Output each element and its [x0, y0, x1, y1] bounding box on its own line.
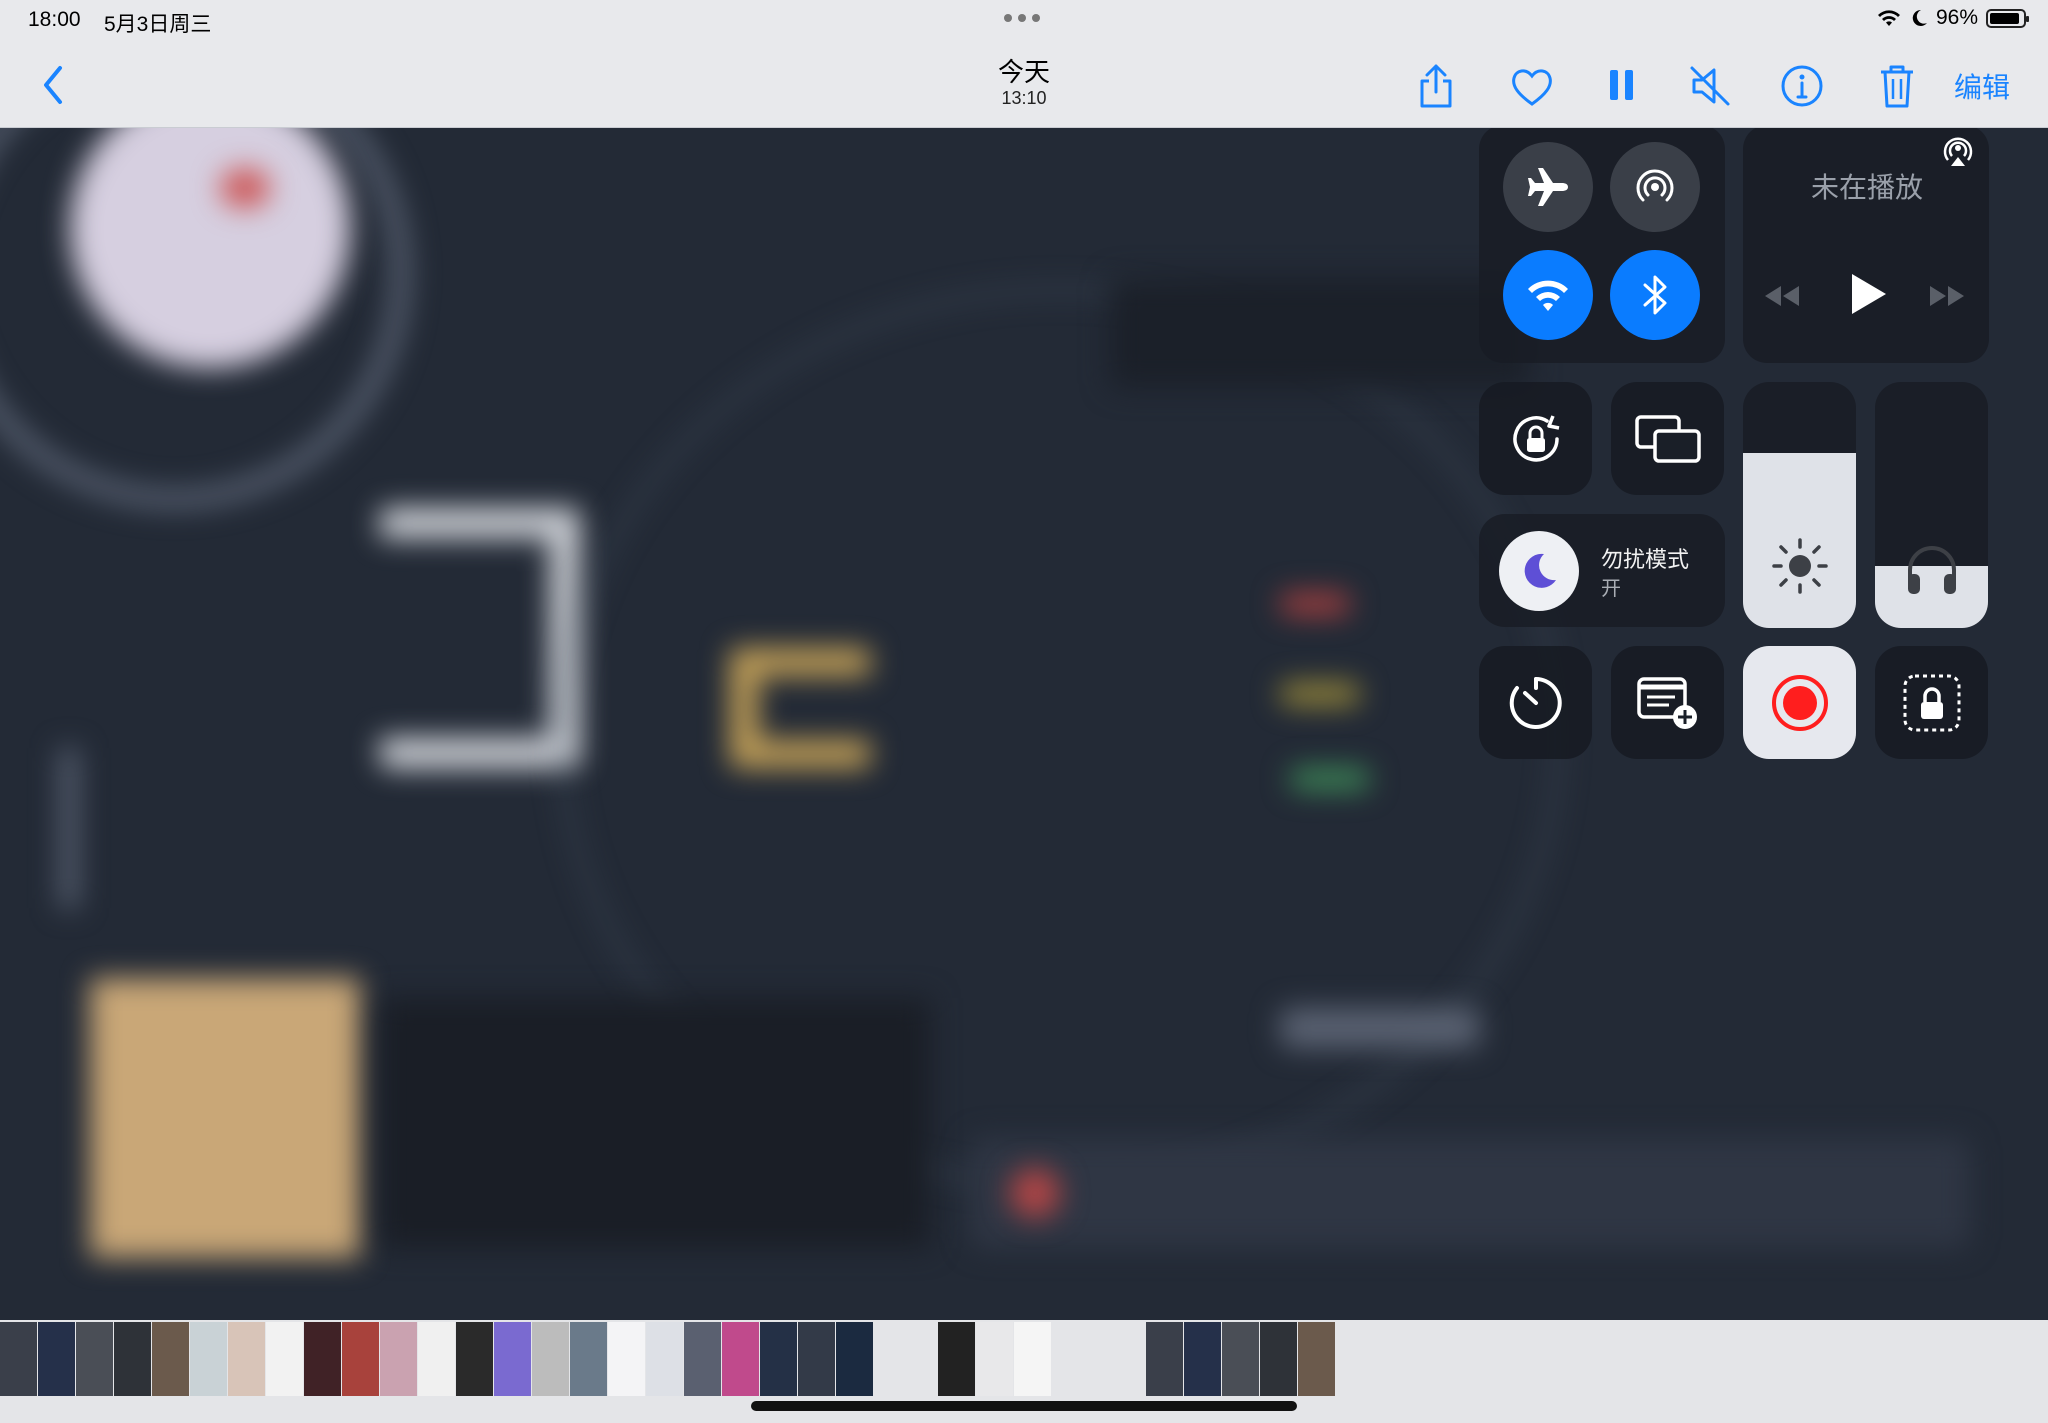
- moon-icon: [1524, 553, 1556, 588]
- photo-thumbnail[interactable]: [976, 1322, 1013, 1396]
- photo-thumbnail[interactable]: [532, 1322, 569, 1396]
- wifi-status-icon: [1877, 10, 1900, 26]
- battery-icon: [1986, 8, 2029, 28]
- airplay-icon[interactable]: [1940, 132, 1976, 168]
- photo-thumbnail[interactable]: [418, 1322, 455, 1396]
- airdrop-icon: [1636, 169, 1674, 202]
- play-icon[interactable]: [1848, 272, 1888, 316]
- focus-label: 勿扰模式: [1601, 547, 1690, 572]
- photo-thumbnail[interactable]: [304, 1322, 341, 1396]
- volume-slider[interactable]: [1875, 382, 1988, 628]
- photo-thumbnail[interactable]: [1184, 1322, 1221, 1396]
- now-playing-title: 未在播放: [1810, 172, 1923, 203]
- info-icon[interactable]: [1778, 62, 1826, 110]
- thumbnail-strip[interactable]: [0, 1320, 2048, 1423]
- airplane-icon: [1528, 168, 1568, 206]
- share-icon[interactable]: [1412, 62, 1460, 110]
- photo-thumbnail[interactable]: [380, 1322, 417, 1396]
- heart-icon[interactable]: [1508, 62, 1556, 110]
- bluetooth-icon: [1643, 275, 1667, 315]
- timer-button[interactable]: [1479, 646, 1592, 759]
- photo-thumbnail[interactable]: [1298, 1322, 1335, 1396]
- pause-icon[interactable]: [1598, 62, 1646, 110]
- guided-access-icon: [1903, 674, 1960, 731]
- nav-subtitle: 13:10: [1001, 88, 1047, 108]
- brightness-slider[interactable]: [1743, 382, 1856, 628]
- battery-percent: 96%: [1935, 6, 1978, 29]
- photo-thumbnail[interactable]: [760, 1322, 797, 1396]
- moon-status-icon: [1912, 9, 1927, 26]
- airdrop-toggle[interactable]: [1610, 142, 1700, 232]
- top-bar: 18:00 5月3日周三 96% 今天 13:10 编辑: [0, 0, 2048, 128]
- screen-mirroring-icon: [1634, 414, 1701, 463]
- photo-thumbnail[interactable]: [0, 1322, 37, 1396]
- photo-thumbnail[interactable]: [494, 1322, 531, 1396]
- status-indicators: 96%: [1876, 6, 2029, 30]
- orientation-lock-icon: [1512, 414, 1559, 462]
- quick-note-icon: [1636, 676, 1697, 729]
- focus-state: 开: [1601, 578, 1621, 600]
- edit-button[interactable]: 编辑: [1954, 66, 2010, 106]
- sun-icon: [1772, 538, 1828, 594]
- photo-thumbnail[interactable]: [38, 1322, 75, 1396]
- wifi-toggle[interactable]: [1503, 250, 1593, 340]
- photo-thumbnail[interactable]: [114, 1322, 151, 1396]
- photo-thumbnail[interactable]: [76, 1322, 113, 1396]
- photo-thumbnail[interactable]: [570, 1322, 607, 1396]
- photo-thumbnail[interactable]: [1222, 1322, 1259, 1396]
- photo-thumbnail[interactable]: [266, 1322, 303, 1396]
- photo-thumbnail[interactable]: [938, 1322, 975, 1396]
- record-icon: [1771, 674, 1828, 731]
- photo-thumbnail[interactable]: [342, 1322, 379, 1396]
- multitasking-dots[interactable]: [1004, 14, 1040, 22]
- guided-access-button[interactable]: [1875, 646, 1988, 759]
- screen-recording-button[interactable]: [1743, 646, 1856, 759]
- photo-thumbnail[interactable]: [646, 1322, 683, 1396]
- photo-thumbnail[interactable]: [456, 1322, 493, 1396]
- nav-title: 今天: [997, 57, 1050, 87]
- home-indicator: [751, 1401, 1297, 1411]
- fast-forward-icon[interactable]: [1928, 282, 1966, 310]
- photo-thumbnail[interactable]: [684, 1322, 721, 1396]
- photo-viewer[interactable]: 未在播放 勿扰模式 开: [0, 128, 2048, 1320]
- photo-thumbnail[interactable]: [798, 1322, 835, 1396]
- airplane-mode-toggle[interactable]: [1503, 142, 1593, 232]
- screen-mirroring-button[interactable]: [1611, 382, 1724, 495]
- status-date: 5月3日周三: [104, 13, 212, 36]
- photo-thumbnail[interactable]: [608, 1322, 645, 1396]
- headphones-icon: [1908, 546, 1956, 594]
- photo-thumbnail[interactable]: [1014, 1322, 1051, 1396]
- trash-icon[interactable]: [1873, 62, 1921, 110]
- quick-note-button[interactable]: [1611, 646, 1724, 759]
- photo-thumbnail[interactable]: [722, 1322, 759, 1396]
- photo-thumbnail[interactable]: [190, 1322, 227, 1396]
- status-time: 18:00: [28, 8, 81, 31]
- photo-thumbnail[interactable]: [228, 1322, 265, 1396]
- photo-thumbnail[interactable]: [1146, 1322, 1183, 1396]
- wifi-icon: [1528, 280, 1568, 311]
- photo-thumbnail[interactable]: [152, 1322, 189, 1396]
- timer-icon: [1509, 676, 1562, 729]
- photo-thumbnail[interactable]: [836, 1322, 873, 1396]
- moon-circle: [1499, 531, 1579, 611]
- photo-thumbnail[interactable]: [1260, 1322, 1297, 1396]
- mute-icon[interactable]: [1686, 62, 1734, 110]
- orientation-lock-button[interactable]: [1479, 382, 1592, 495]
- rewind-icon[interactable]: [1763, 282, 1801, 310]
- bluetooth-toggle[interactable]: [1610, 250, 1700, 340]
